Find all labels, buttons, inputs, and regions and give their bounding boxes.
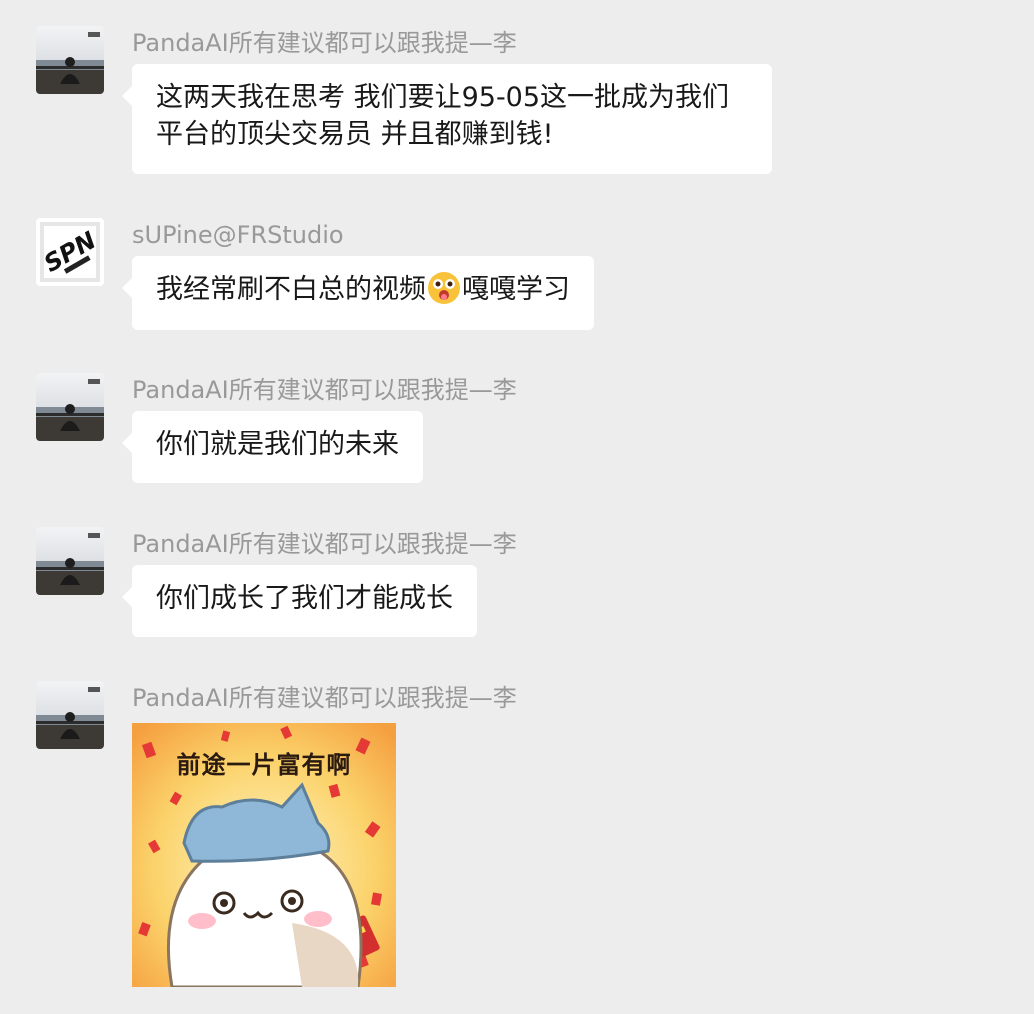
photo-avatar-icon xyxy=(36,26,104,94)
message-bubble[interactable]: 这两天我在思考 我们要让95-05这一批成为我们 平台的顶尖交易员 并且都赚到钱… xyxy=(122,64,772,174)
chat-history: PandaAI所有建议都可以跟我提—李 这两天我在思考 我们要让95-05这一批… xyxy=(0,0,1034,1014)
sender-name: sUPine@FRStudio xyxy=(132,221,344,249)
avatar[interactable]: SPN xyxy=(36,218,104,286)
sender-name: PandaAI所有建议都可以跟我提—李 xyxy=(132,29,517,57)
avatar[interactable] xyxy=(36,527,104,595)
sticker-image[interactable]: 前途一片富有啊 xyxy=(132,723,396,987)
avatar[interactable] xyxy=(36,681,104,749)
avatar[interactable] xyxy=(36,26,104,94)
message-text: 嘎嘎学习 xyxy=(462,274,570,305)
drooling-face-emoji-icon xyxy=(428,272,460,304)
sender-name: PandaAI所有建议都可以跟我提—李 xyxy=(132,684,517,712)
avatar[interactable] xyxy=(36,373,104,441)
sender-name: PandaAI所有建议都可以跟我提—李 xyxy=(132,376,517,404)
spn-logo-icon: SPN xyxy=(36,218,104,286)
message-bubble[interactable]: 我经常刷不白总的视频 嘎嘎学习 xyxy=(122,256,594,330)
message-text: 我经常刷不白总的视频 xyxy=(156,274,426,305)
sender-name: PandaAI所有建议都可以跟我提—李 xyxy=(132,530,517,558)
photo-avatar-icon xyxy=(36,373,104,441)
photo-avatar-icon xyxy=(36,681,104,749)
sticker-caption: 前途一片富有啊 xyxy=(176,751,352,779)
message-bubble[interactable]: 你们成长了我们才能成长 xyxy=(122,565,477,637)
message-bubble[interactable]: 你们就是我们的未来 xyxy=(122,411,423,483)
photo-avatar-icon xyxy=(36,527,104,595)
